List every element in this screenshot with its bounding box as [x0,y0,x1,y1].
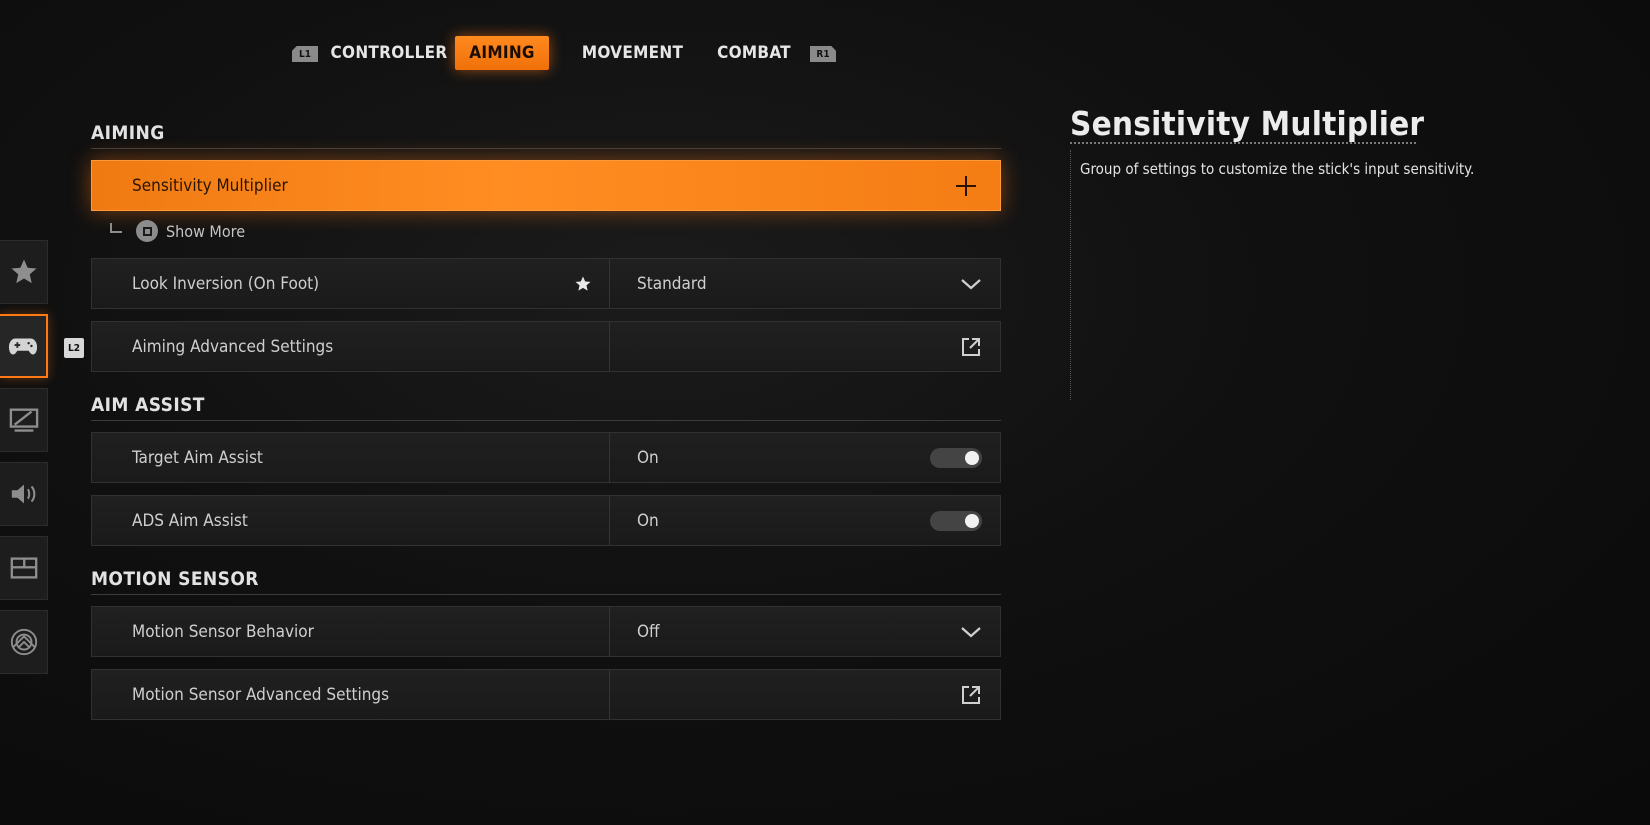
tab-aiming[interactable]: AIMING [455,36,549,70]
row-divider [609,259,610,308]
chevron-down-icon[interactable] [960,259,982,308]
description-guide-line [1070,150,1071,400]
tab-combat[interactable]: COMBAT [714,36,794,70]
show-more-label: Show More [166,221,246,241]
rail-graphics[interactable] [0,388,48,452]
setting-label: Target Aim Assist [132,447,263,468]
setting-value: Standard [637,273,707,294]
description-underline [1070,142,1416,144]
gamepad-icon [8,338,38,355]
tab-movement[interactable]: MOVEMENT [580,36,685,70]
external-link-icon[interactable] [960,322,982,371]
rail-controller[interactable] [0,314,48,378]
section-header-aim-assist: AIM ASSIST [91,394,1001,421]
row-divider [609,433,610,482]
rail-audio[interactable] [0,462,48,526]
rail-interface[interactable] [0,536,48,600]
toggle-switch[interactable] [930,447,982,468]
row-divider [609,607,610,656]
rail-favorites[interactable] [0,240,48,304]
setting-label: Motion Sensor Advanced Settings [132,684,390,705]
setting-aiming-advanced[interactable]: Aiming Advanced Settings [91,321,1001,372]
setting-label: ADS Aim Assist [132,510,248,531]
show-more-hint[interactable]: Show More [110,218,245,244]
interface-icon [10,557,37,579]
l2-trigger-hint[interactable]: L2 [64,338,84,358]
setting-value: On [637,510,659,531]
square-button-icon [136,220,158,242]
favorite-star-icon[interactable] [574,259,592,308]
l1-bumper-hint[interactable]: L1 [292,46,318,62]
setting-look-inversion[interactable]: Look Inversion (On Foot) Standard [91,258,1001,309]
star-icon [11,259,36,284]
speaker-icon [11,484,35,504]
setting-value: Off [637,621,660,642]
setting-label: Look Inversion (On Foot) [132,273,320,294]
setting-sensitivity-multiplier[interactable]: Sensitivity Multiplier [91,160,1001,211]
network-icon [10,628,37,656]
toggle-switch[interactable] [930,510,982,531]
setting-motion-sensor-behavior[interactable]: Motion Sensor Behavior Off [91,606,1001,657]
setting-label: Motion Sensor Behavior [132,621,314,642]
section-header-aiming: AIMING [91,122,1001,149]
description-text: Group of settings to customize the stick… [1080,160,1475,178]
tab-controller[interactable]: CONTROLLER [330,36,448,70]
rail-network[interactable] [0,610,48,674]
external-link-icon[interactable] [960,670,982,719]
description-title: Sensitivity Multiplier [1070,104,1425,143]
top-tab-bar: L1 CONTROLLER AIMING MOVEMENT COMBAT R1 [0,34,1650,74]
row-divider [609,496,610,545]
row-divider [609,322,610,371]
expand-plus-icon[interactable] [956,175,976,196]
chevron-down-icon[interactable] [960,607,982,656]
tree-elbow-icon [110,223,122,233]
section-header-motion-sensor: MOTION SENSOR [91,568,1001,595]
setting-motion-sensor-advanced[interactable]: Motion Sensor Advanced Settings [91,669,1001,720]
setting-ads-aim-assist[interactable]: ADS Aim Assist On [91,495,1001,546]
display-icon [9,408,38,432]
setting-label: Sensitivity Multiplier [132,175,288,196]
r1-bumper-hint[interactable]: R1 [810,46,836,62]
row-divider [609,670,610,719]
setting-label: Aiming Advanced Settings [132,336,334,357]
setting-target-aim-assist[interactable]: Target Aim Assist On [91,432,1001,483]
setting-value: On [637,447,659,468]
